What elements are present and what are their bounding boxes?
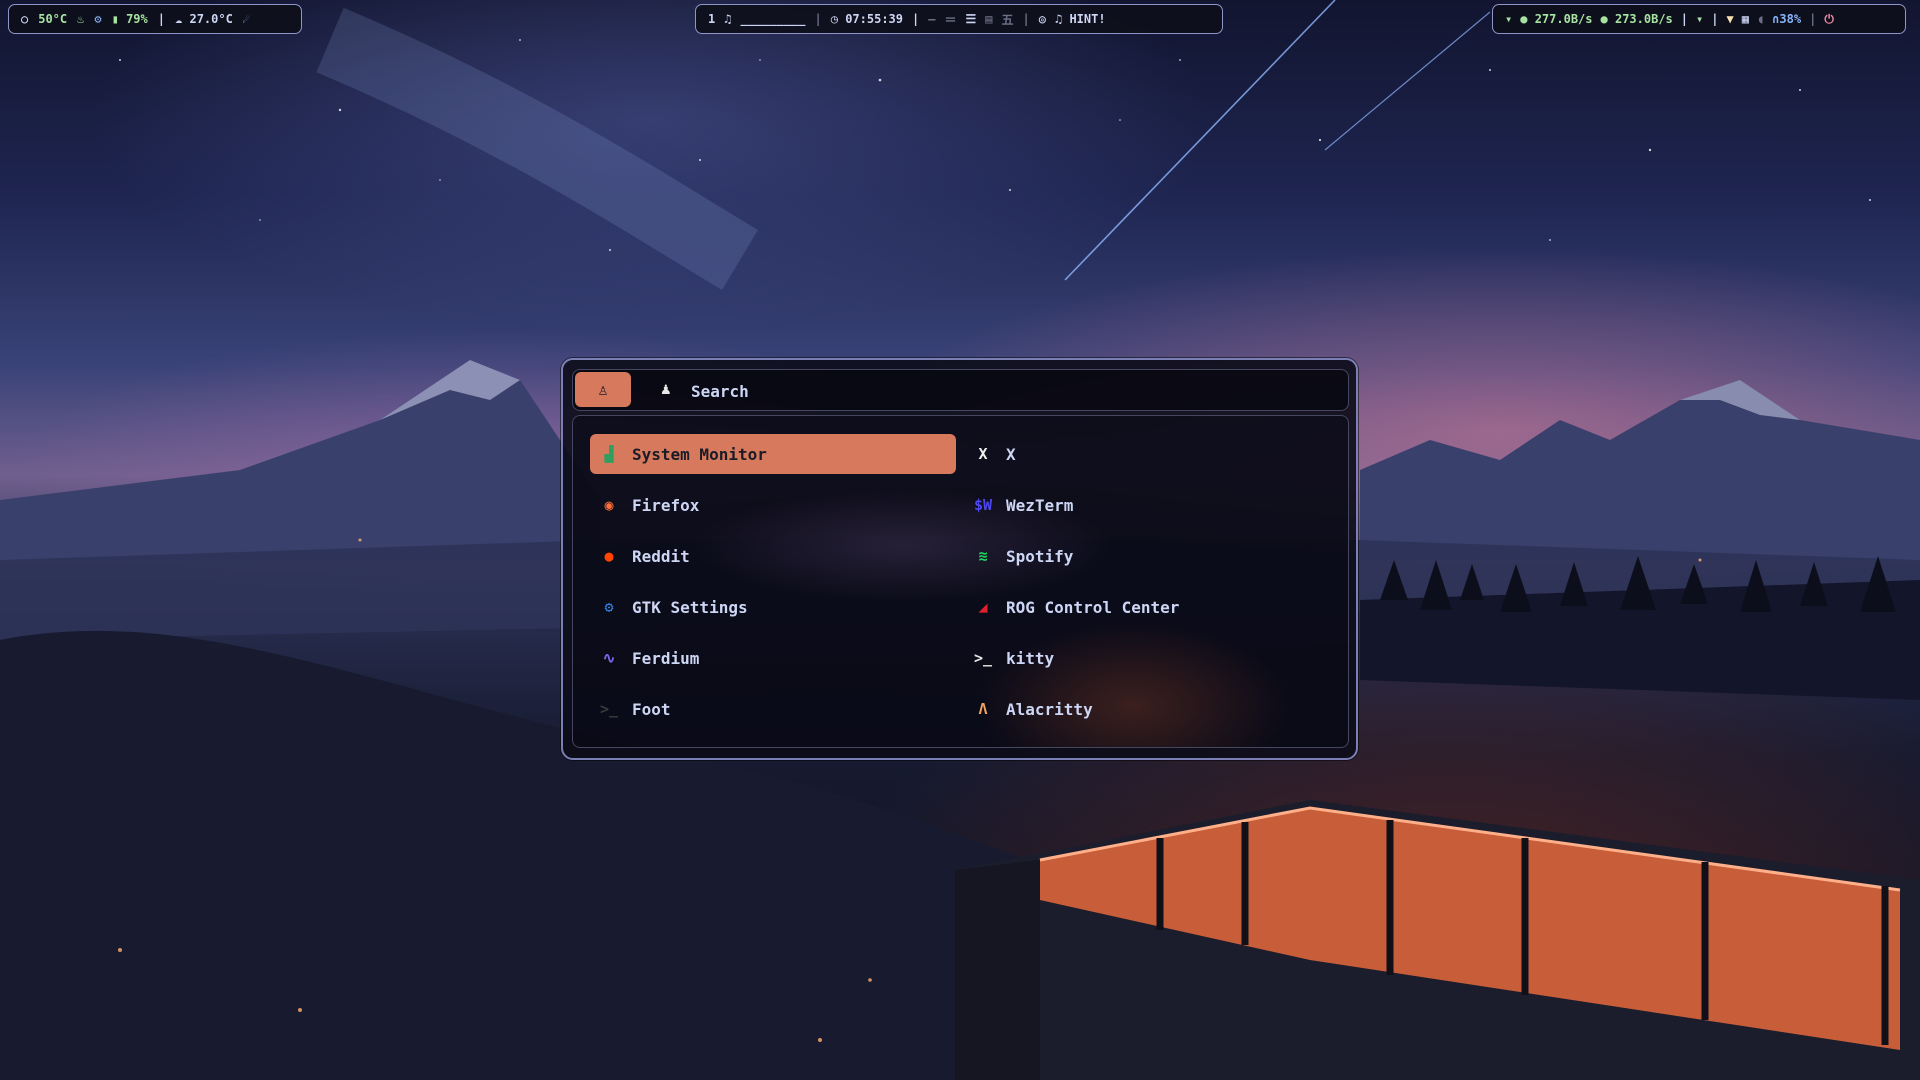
app-item[interactable]: ≋ Spotify [964,536,1330,576]
separator: | [1022,12,1030,26]
spotify-icon: ≋ [978,547,988,565]
wifi-icon[interactable]: ▾ [1505,12,1512,26]
rog-icon: ◢ [978,598,988,616]
foot-icon: >_ [599,700,619,718]
topbar-left: ○ 50°C ♨ ⚙ ▮ 79% | ☁ 27.0°C ☄ [8,4,302,34]
volume[interactable]: ∩38% [1772,12,1801,26]
app-list: ▟ System Monitor X X ◉ Firefox $W WezTerm ● Reddi… [572,415,1349,748]
app-item[interactable]: ▟ System Monitor [590,434,956,474]
network-icon[interactable]: ▾ [1696,12,1703,26]
app-label: System Monitor [632,444,767,464]
weather-temp: 27.0°C [189,12,233,26]
equal-icon[interactable]: ＝ [944,11,956,28]
app-label: X [1006,444,1016,464]
upload-speed: ● 273.0B/s [1601,12,1673,26]
app-label: GTK Settings [632,597,748,617]
battery-level: 79% [126,12,148,26]
clock-icon: ◷ [830,12,838,26]
download-icon: ● [1520,12,1528,26]
app-label: Ferdium [632,648,700,668]
shield-icon[interactable]: ▼ [1726,12,1733,26]
flame-icon: ♨ [77,12,85,26]
app-item[interactable]: ● Reddit [590,536,956,576]
volume-level: 38% [1779,12,1802,26]
search-bar: ♙ ♟ [572,369,1349,411]
app-label: Foot [632,699,671,719]
gtk-settings-icon: ⚙ [604,598,614,616]
separator: | [1680,12,1688,26]
separator: | [814,12,822,26]
separator: | [157,12,165,26]
hint-label: HINT! [1069,12,1106,26]
menu-icon[interactable]: ☰ [965,12,976,26]
upload-rate: 273.0B/s [1614,12,1673,26]
penguin-icon: ♙ [598,380,608,399]
launcher-mode-button[interactable]: ♙ [575,372,631,407]
alacritty-icon: Λ [978,700,988,718]
app-item[interactable]: ◢ ROG Control Center [964,587,1330,627]
topbar-center: 1 ♫ _________ | ◷ 07:55:39 | — ＝ ☰ ▤ 五 |… [695,4,1223,34]
upload-icon: ● [1600,12,1608,26]
app-item[interactable]: $W WezTerm [964,485,1330,525]
ferdium-icon: ∿ [602,649,616,667]
hint[interactable]: ♫ HINT! [1055,12,1106,26]
app-label: Firefox [632,495,700,515]
cpu-icon: ⚙ [94,12,102,26]
mouse-icon[interactable]: ◖ [1757,12,1764,26]
grid-icon[interactable]: ▤ [985,12,992,26]
wezterm-icon: $W [973,496,993,514]
cpu-temp: 50°C [38,12,68,26]
download-speed: ● 277.0B/s [1520,12,1592,26]
app-item[interactable]: XX [964,434,1330,474]
weather: ☁ 27.0°C [175,12,233,26]
app-item[interactable]: ∿ Ferdium [590,638,956,678]
app-label: Spotify [1006,546,1074,566]
dash-icon[interactable]: — [928,12,935,26]
clock: ◷ 07:55:39 [831,12,903,26]
separator: | [1809,12,1817,26]
app-label: Alacritty [1006,699,1093,719]
keyboard-icon[interactable]: ▦ [1742,12,1749,26]
separator: | [912,12,920,26]
layers-icon[interactable]: 五 [1001,11,1013,28]
power-icon[interactable]: ⏻ [1824,12,1834,27]
app-item[interactable]: ◉ Firefox [590,485,956,525]
app-label: kitty [1006,648,1055,668]
cloud-icon: ☁ [175,12,183,26]
app-item[interactable]: >_ kitty [964,638,1330,678]
app-label: WezTerm [1006,495,1074,515]
window-title-underline: _________ [740,12,806,26]
workspace-number[interactable]: 1 [708,12,715,26]
power-drop-icon[interactable]: ○ [21,12,28,26]
battery-status: ▮ 79% [112,12,148,26]
kitty-icon: >_ [973,649,993,667]
linux-icon: ♟ [661,379,671,398]
separator: | [1711,12,1719,26]
battery-icon: ▮ [111,12,119,26]
notification-icon: ♫ [1054,12,1063,26]
topbar-right: ▾ ● 277.0B/s ● 273.0B/s | ▾ | ▼ ▦ ◖ ∩38%… [1492,4,1906,34]
app-launcher: ♙ ♟ ▟ System Monitor XX ◉ Firefox $W WezTerm ● R… [561,358,1358,760]
firefox-icon: ◉ [604,496,614,514]
app-item[interactable]: ⚙ GTK Settings [590,587,956,627]
eye-off-icon[interactable]: ◎ [1039,12,1046,26]
download-rate: 277.0B/s [1534,12,1593,26]
search-input[interactable] [689,376,1293,406]
x-icon: X [978,445,988,463]
weather-condition-icon: ☄ [242,12,251,26]
reddit-icon: ● [604,547,614,565]
app-item[interactable]: >_ Foot [590,689,956,729]
app-label: Reddit [632,546,690,566]
bell-icon[interactable]: ♫ [724,12,731,26]
clock-time: 07:55:39 [845,12,903,26]
app-label: ROG Control Center [1006,597,1180,617]
app-item[interactable]: Λ Alacritty [964,689,1330,729]
system-monitor-icon: ▟ [604,445,614,463]
